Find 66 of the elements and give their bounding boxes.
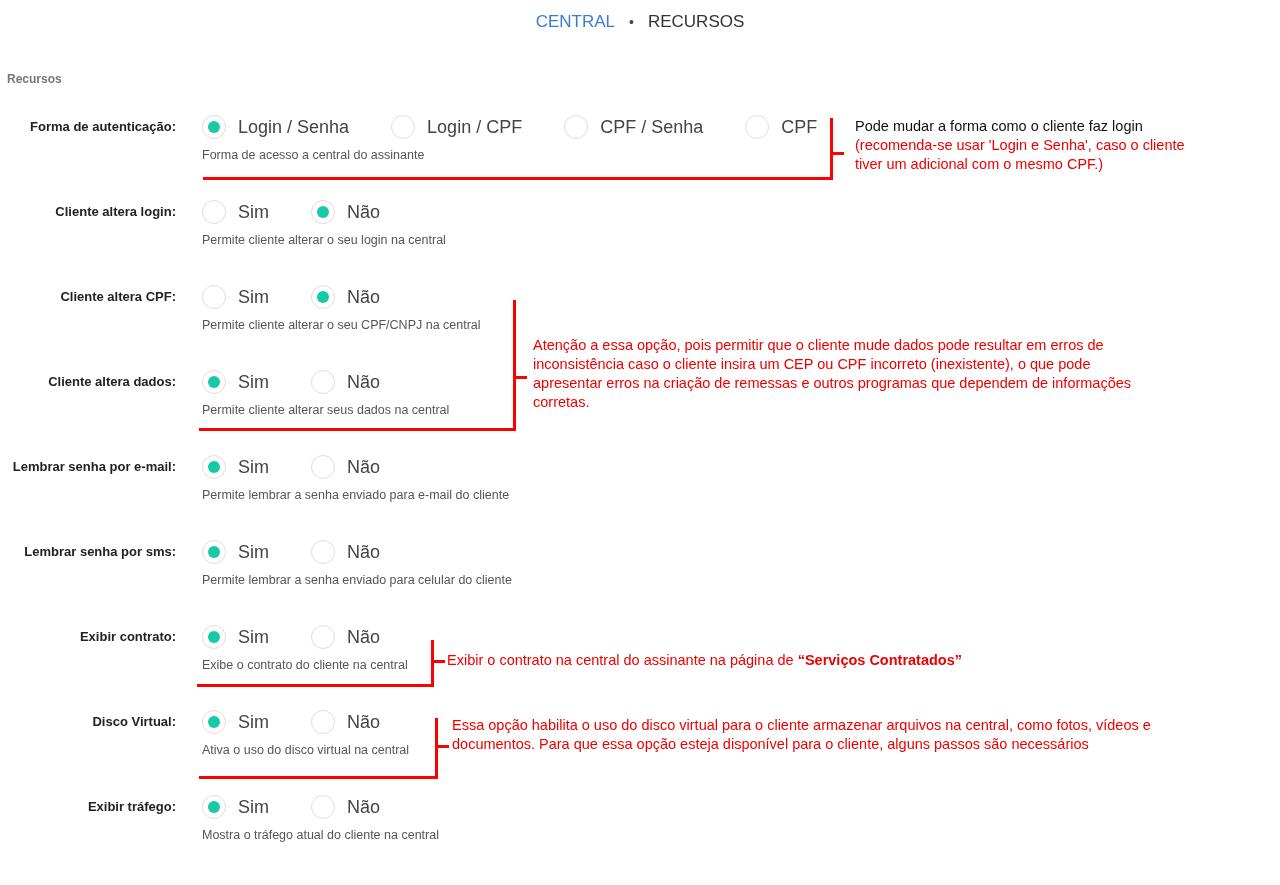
radio-option[interactable]: CPF / Senha	[564, 115, 704, 139]
field-label: Forma de autenticação:	[29, 118, 176, 136]
field-hint: Permite lembrar a senha enviado para celular do cliente	[202, 573, 512, 587]
field-hint: Ativa o uso do disco virtual na central	[202, 743, 410, 757]
radio-option[interactable]: Não	[311, 710, 381, 734]
radio-option[interactable]: Sim	[202, 540, 269, 564]
radio-option[interactable]: Não	[311, 370, 381, 394]
radio-option[interactable]: Sim	[202, 625, 269, 649]
radio-option[interactable]: Sim	[202, 455, 269, 479]
radio-button[interactable]	[202, 285, 226, 309]
field-hint: Permite cliente alterar o seu login na central	[202, 233, 446, 247]
radio-button[interactable]	[311, 710, 335, 734]
radio-button[interactable]	[202, 710, 226, 734]
radio-option[interactable]: Login / CPF	[391, 115, 523, 139]
breadcrumb-link[interactable]: CENTRAL	[535, 12, 616, 32]
annotation-text: Essa opção habilita o uso do disco virtual para o cliente armazenar arquivos na central, como fotos, vídeos e documentos. Para que essa opção esteja disponível para o cliente, alguns passos são necessários	[452, 716, 1152, 754]
radio-button[interactable]	[311, 285, 335, 309]
annotation-text: Pode mudar a forma como o cliente faz login (recomenda-se usar 'Login e Senha', caso o cliente tiver um adicional com o mesmo CPF.)	[855, 117, 1186, 174]
field-hint: Mostra o tráfego atual do cliente na central	[202, 828, 439, 842]
radio-option[interactable]: Não	[311, 455, 381, 479]
radio-button[interactable]	[311, 200, 335, 224]
section-title: Recursos	[6, 71, 63, 88]
radio-option[interactable]: Sim	[202, 370, 269, 394]
field-hint: Permite cliente alterar o seu CPF/CNPJ na central	[202, 318, 481, 332]
radio-button[interactable]	[202, 455, 226, 479]
field-hint: Permite lembrar a senha enviado para e-mail do cliente	[202, 488, 510, 502]
radio-option[interactable]: Não	[311, 795, 381, 819]
radio-option[interactable]: Não	[311, 540, 381, 564]
radio-button[interactable]	[202, 540, 226, 564]
radio-button[interactable]	[311, 540, 335, 564]
radio-button[interactable]	[745, 115, 770, 139]
radio-button[interactable]	[311, 370, 335, 394]
field-label: Exibir contrato:	[78, 628, 176, 646]
breadcrumb-separator: •	[629, 14, 634, 30]
radio-button[interactable]	[564, 115, 589, 139]
field-label: Lembrar senha por sms:	[23, 543, 176, 561]
radio-button[interactable]	[311, 455, 335, 479]
radio-option[interactable]: Sim	[202, 285, 269, 309]
radio-option[interactable]: CPF	[745, 115, 818, 139]
radio-button[interactable]	[202, 795, 226, 819]
annotation-text: Atenção a essa opção, pois permitir que o cliente mude dados pode resultar em erros de inconsistência caso o cliente insira um CEP ou CPF incorreto (inexistente), o que pode apresentar erros na criação de remessas e outros programas que dependem de informações corretas.	[533, 336, 1133, 412]
radio-option[interactable]: Sim	[202, 710, 269, 734]
radio-button[interactable]	[202, 370, 226, 394]
radio-option[interactable]: Não	[311, 625, 381, 649]
field-label: Cliente altera CPF:	[59, 288, 176, 306]
radio-option[interactable]: Sim	[202, 200, 269, 224]
annotation-text: Exibir o contrato na central do assinante na página de “Serviços Contratados”	[447, 651, 964, 670]
radio-option[interactable]: Sim	[202, 795, 269, 819]
radio-button[interactable]	[202, 200, 226, 224]
field-hint: Exibe o contrato do cliente na central	[202, 658, 408, 672]
field-hint: Permite cliente alterar seus dados na central	[202, 403, 450, 417]
field-label: Cliente altera login:	[54, 203, 176, 221]
radio-button[interactable]	[311, 625, 335, 649]
radio-button[interactable]	[202, 115, 226, 139]
field-label: Exibir tráfego:	[86, 798, 176, 816]
radio-button[interactable]	[202, 625, 226, 649]
field-hint: Forma de acesso a central do assinante	[202, 148, 425, 162]
radio-button[interactable]	[391, 115, 416, 139]
field-label: Cliente altera dados:	[47, 373, 176, 391]
radio-option[interactable]: Não	[311, 285, 381, 309]
radio-option[interactable]: Login / Senha	[202, 115, 350, 139]
field-label: Lembrar senha por e-mail:	[11, 458, 176, 476]
field-label: Disco Virtual:	[91, 713, 176, 731]
breadcrumb-current: RECURSOS	[647, 12, 745, 32]
radio-button[interactable]	[311, 795, 335, 819]
radio-option[interactable]: Não	[311, 200, 381, 224]
